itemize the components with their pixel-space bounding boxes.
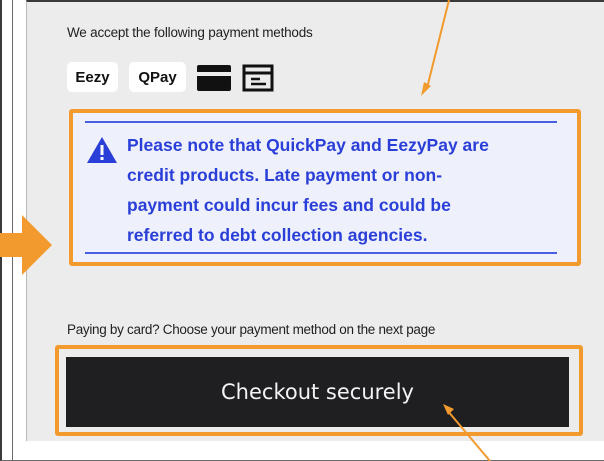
pointer-line-top <box>426 0 450 89</box>
pointer-arrowhead-top <box>421 82 431 96</box>
annotation-lines <box>421 0 491 461</box>
pointer-arrowhead-bottom <box>443 404 454 415</box>
pointer-line-bottom <box>446 409 491 461</box>
